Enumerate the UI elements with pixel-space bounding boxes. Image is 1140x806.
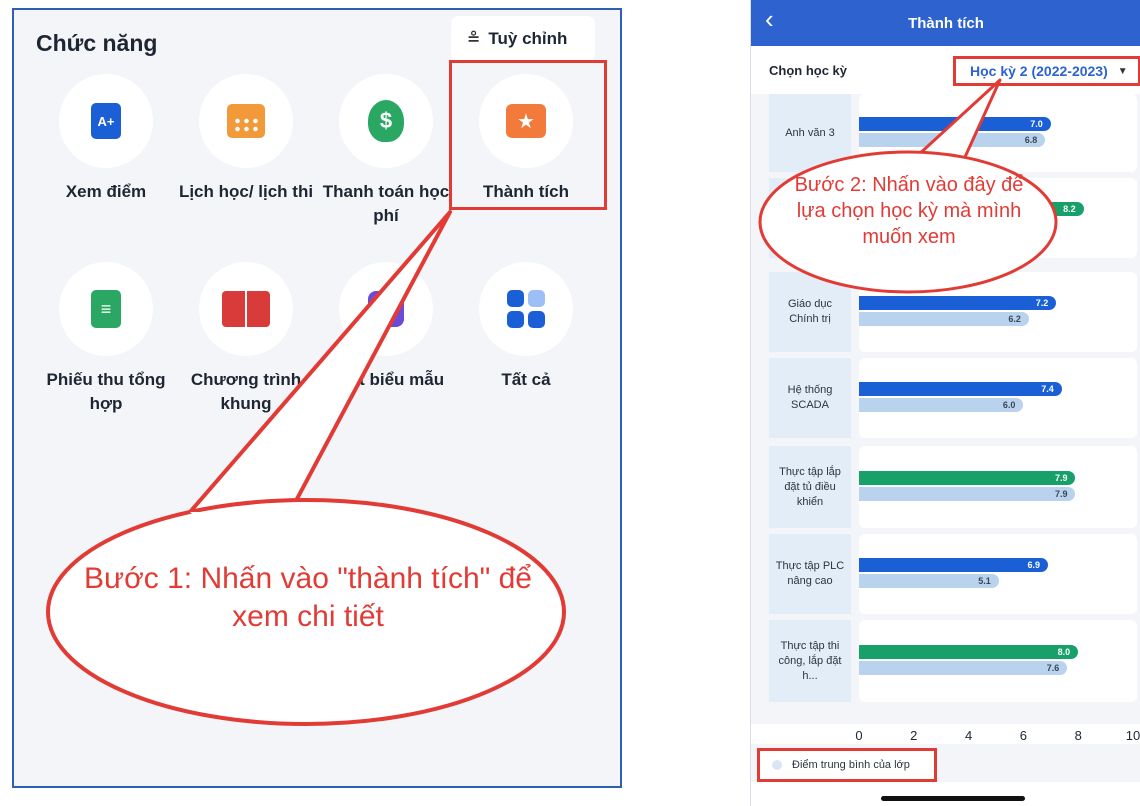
back-chevron-icon[interactable]: ‹ xyxy=(765,4,774,35)
bar-my-score[interactable]: 7.4 xyxy=(859,382,1062,396)
semester-value: Học kỳ 2 (2022-2023) xyxy=(970,63,1108,79)
legend-swatch xyxy=(772,760,782,770)
x-tick-label: 8 xyxy=(1074,728,1082,743)
page-title: Thành tích xyxy=(908,14,984,32)
subject-label: Thực tập PLC nâng cao xyxy=(769,534,851,614)
bar-class-average[interactable]: 7.9 xyxy=(859,487,1076,501)
legend-label: Điểm trung bình của lớp xyxy=(792,759,910,771)
subject-label: Hệ thống SCADA xyxy=(769,358,851,438)
subject-label: Giáo dục Chính trị xyxy=(769,272,851,352)
dropdown-caret-icon: ▼ xyxy=(1117,65,1128,77)
bar-my-score[interactable]: 7.2 xyxy=(859,296,1057,310)
x-axis: 0 2 4 6 8 10 xyxy=(751,724,1140,744)
phone-screen: ‹ Thành tích Chọn học kỳ Học kỳ 2 (2022-… xyxy=(750,0,1140,806)
bar-my-score[interactable]: 7.9 xyxy=(859,471,1076,485)
x-tick-label: 10 xyxy=(1125,728,1140,743)
callout-text-step-1: Bước 1: Nhấn vào "thành tích" để xem chi… xyxy=(84,562,532,633)
x-tick-label: 4 xyxy=(964,728,973,743)
bar-class-average[interactable]: 6.2 xyxy=(859,312,1029,326)
x-tick-label: 6 xyxy=(1019,728,1028,743)
callout-text-step-2: Bước 2: Nhấn vào đây để lựa chọn học kỳ … xyxy=(794,174,1024,248)
bar-my-score[interactable]: 6.9 xyxy=(859,558,1049,572)
bar-my-score[interactable]: 8.0 xyxy=(859,645,1079,659)
legend[interactable]: Điểm trung bình của lớp xyxy=(757,748,937,782)
subject-label: Anh văn 3 xyxy=(769,94,851,172)
semester-label: Chọn học kỳ xyxy=(769,62,848,78)
semester-row: Chọn học kỳ Học kỳ 2 (2022-2023) ▼ xyxy=(751,46,1140,94)
bar-my-score[interactable]: 7.0 xyxy=(859,117,1051,131)
x-tick-label: 2 xyxy=(910,728,918,743)
subject-label: Thực tập thi công, lắp đặt h... xyxy=(769,620,851,702)
bar-class-average[interactable]: 6.8 xyxy=(859,133,1046,147)
semester-dropdown[interactable]: Học kỳ 2 (2022-2023) ▼ xyxy=(953,56,1140,86)
bottom-bar xyxy=(751,782,1140,806)
bar-class-average[interactable]: 7.6 xyxy=(859,661,1068,675)
bar-class-average[interactable]: 6.0 xyxy=(859,398,1024,412)
app-header: ‹ Thành tích xyxy=(751,0,1140,46)
home-indicator xyxy=(881,796,1025,801)
subject-label: Thực tập lắp đặt tủ điều khiển xyxy=(769,446,851,528)
bar-class-average[interactable]: 5.1 xyxy=(859,574,999,588)
callout-bubble-step-1 xyxy=(46,210,566,726)
x-tick-label: 0 xyxy=(855,728,863,743)
